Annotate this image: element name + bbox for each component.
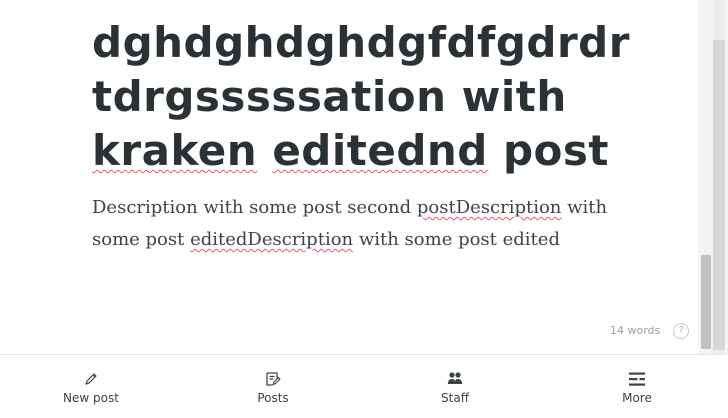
pencil-icon: [82, 370, 100, 388]
new-post-tab[interactable]: New post: [31, 355, 151, 418]
misspelled-word: editednd: [272, 126, 488, 175]
post-editor[interactable]: dghdghdghdgfdfgdrdr tdrgsssssation with …: [0, 0, 698, 354]
post-title-line: kraken editednd post: [92, 124, 652, 178]
tab-label: New post: [63, 391, 119, 405]
posts-tab[interactable]: Posts: [213, 355, 333, 418]
tab-label: Posts: [257, 391, 289, 405]
post-title-line: dghdghdghdgfdfgdrdr: [92, 18, 630, 67]
post-description[interactable]: Description with some post second postDe…: [92, 192, 612, 256]
post-title-line: [92, 0, 652, 16]
staff-icon: [446, 370, 464, 388]
post-title[interactable]: dghdghdghdgfdfgdrdr tdrgsssssation with …: [92, 0, 652, 178]
scrollbar-thumb-inner[interactable]: [701, 255, 711, 349]
title-word: post: [502, 126, 609, 175]
scrollbar-thumb[interactable]: [713, 40, 725, 350]
misspelled-word: kraken: [92, 126, 258, 175]
description-text: with some post edited: [353, 229, 560, 250]
misspelled-word: editedDescription: [190, 229, 354, 250]
posts-icon: [264, 370, 282, 388]
bottom-tab-bar: New post Posts Staff More: [0, 354, 728, 418]
more-tab[interactable]: More: [577, 355, 697, 418]
help-icon[interactable]: ?: [673, 323, 689, 339]
tab-label: Staff: [441, 391, 469, 405]
post-title-line: tdrgsssssation with: [92, 72, 567, 121]
word-count: 14 words: [610, 324, 661, 337]
staff-tab[interactable]: Staff: [395, 355, 515, 418]
misspelled-word: postDescription: [416, 197, 562, 218]
description-text: Description with some post second: [92, 197, 417, 218]
more-icon: [628, 370, 646, 388]
tab-label: More: [622, 391, 652, 405]
